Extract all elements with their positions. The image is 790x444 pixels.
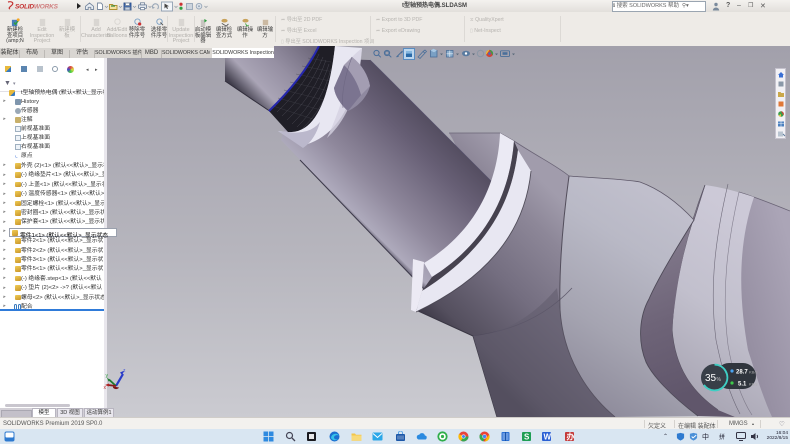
- svg-text:5.1: 5.1: [738, 382, 747, 388]
- svg-text:KB/s: KB/s: [749, 370, 757, 375]
- svg-text:35: 35: [705, 373, 717, 384]
- svg-text:SOLIDWORKS: SOLIDWORKS: [15, 4, 59, 11]
- svg-text:z: z: [123, 368, 126, 374]
- svg-text:KB/s: KB/s: [749, 382, 757, 387]
- svg-text:28.7: 28.7: [736, 370, 748, 376]
- svg-text:办: 办: [567, 432, 575, 442]
- svg-text:W: W: [544, 433, 552, 442]
- svg-text:S: S: [524, 433, 530, 442]
- svg-text:x: x: [104, 385, 107, 391]
- svg-text:%: %: [717, 377, 722, 383]
- svg-text:y: y: [106, 373, 109, 379]
